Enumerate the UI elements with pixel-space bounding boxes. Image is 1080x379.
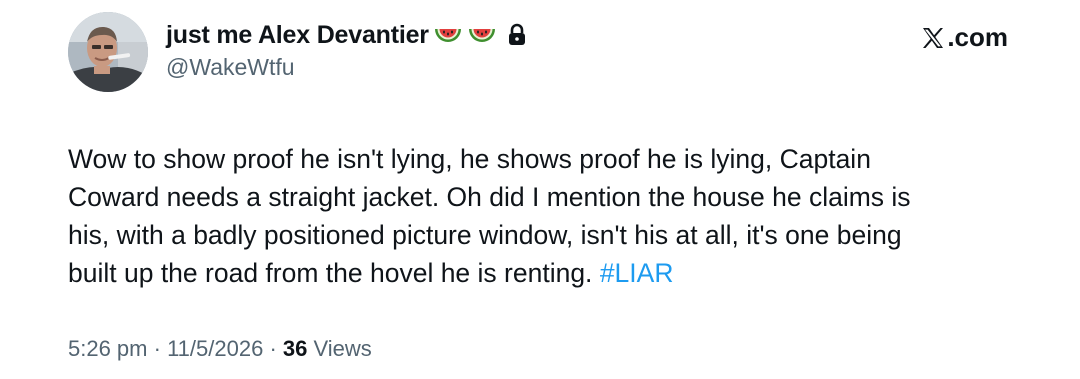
display-name[interactable]: just me Alex Devantier [166, 21, 429, 50]
meta-separator: · [269, 336, 277, 361]
tweet-text-line: Wow to show proof he isn't lying, he sho… [68, 144, 871, 174]
lock-icon [507, 23, 527, 47]
views-label: Views [313, 336, 372, 361]
post-date[interactable]: 11/5/2026 [167, 336, 263, 361]
profile-photo [68, 12, 148, 92]
tweet-metadata: 5:26 pm · 11/5/2026 · 36 Views [68, 336, 372, 362]
meta-separator: · [153, 336, 161, 361]
author-name-row: just me Alex Devantier [166, 18, 527, 52]
site-label: .com [947, 22, 1008, 52]
tweet-card: just me Alex Devantier @WakeWtfu .com Wo… [0, 0, 1080, 379]
user-handle[interactable]: @WakeWtfu [166, 54, 295, 81]
tweet-text-line: his, with a badly positioned picture win… [68, 220, 902, 250]
avatar[interactable] [68, 12, 148, 92]
tweet-text-line: Coward needs a straight jacket. Oh did I… [68, 182, 911, 212]
watermelon-emoji [467, 23, 497, 47]
x-dot-com-branding: .com [921, 22, 1008, 53]
x-logo-icon [921, 26, 945, 50]
watermelon-emoji [433, 23, 463, 47]
tweet-text-line-last: built up the road from the hovel he is r… [68, 254, 1028, 292]
hashtag-link[interactable]: #LIAR [600, 258, 674, 288]
post-time[interactable]: 5:26 pm [68, 336, 148, 361]
view-count: 36 [282, 336, 308, 361]
tweet-text-line: built up the road from the hovel he is r… [68, 258, 593, 288]
tweet-text: Wow to show proof he isn't lying, he sho… [68, 140, 1028, 292]
